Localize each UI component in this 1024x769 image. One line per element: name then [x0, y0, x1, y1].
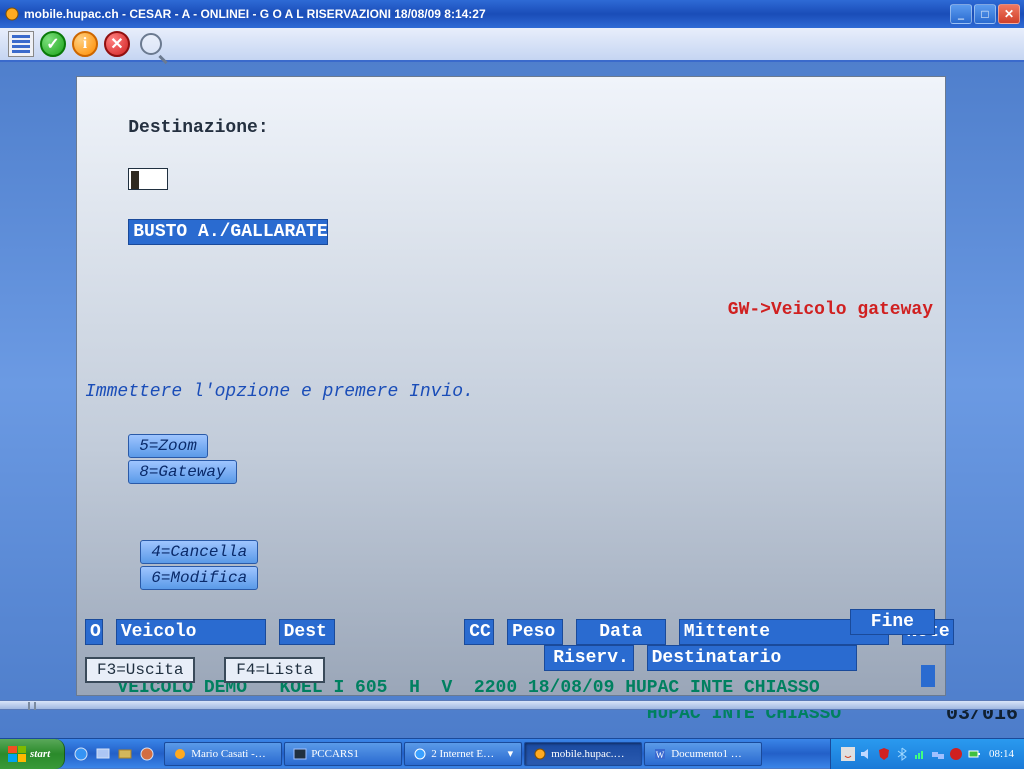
- system-tray[interactable]: 08:14: [830, 739, 1024, 769]
- cursor-indicator: [921, 665, 935, 687]
- svg-text:W: W: [656, 750, 665, 760]
- window-title: mobile.hupac.ch - CESAR - A - ONLINEI - …: [24, 7, 950, 21]
- start-button[interactable]: start: [0, 739, 65, 769]
- maximize-button[interactable]: □: [974, 4, 996, 24]
- start-label: start: [30, 748, 50, 760]
- window-titlebar: mobile.hupac.ch - CESAR - A - ONLINEI - …: [0, 0, 1024, 28]
- ok-icon[interactable]: ✓: [40, 31, 66, 57]
- quicklaunch: [65, 746, 163, 762]
- task-item[interactable]: Mario Casati -…: [164, 742, 282, 766]
- col-riserv: Riserv.: [544, 645, 634, 671]
- taskbar: start Mario Casati -… PCCARS1 2 Internet…: [0, 738, 1024, 768]
- option-modifica[interactable]: 6=Modifica: [140, 566, 258, 590]
- close-button[interactable]: ✕: [998, 4, 1020, 24]
- outlook-icon[interactable]: [117, 746, 133, 762]
- search-icon[interactable]: [140, 33, 162, 55]
- ie-icon[interactable]: [73, 746, 89, 762]
- destination-label: Destinazione:: [128, 118, 268, 138]
- minimize-button[interactable]: _: [950, 4, 972, 24]
- toolbar: ✓ i ✕: [0, 28, 1024, 62]
- option-zoom[interactable]: 5=Zoom: [128, 434, 208, 458]
- volume-icon[interactable]: [859, 747, 873, 761]
- ie-icon: [413, 747, 427, 761]
- col-dest: Dest: [279, 619, 335, 645]
- f3-button[interactable]: F3=Uscita: [85, 657, 195, 683]
- task-item[interactable]: W Documento1 …: [644, 742, 762, 766]
- battery-icon[interactable]: [967, 747, 981, 761]
- windows-logo-icon: [8, 746, 26, 762]
- info-icon[interactable]: i: [72, 31, 98, 57]
- terminal-icon: [293, 747, 307, 761]
- app-icon: [533, 747, 547, 761]
- col-cc: CC: [464, 619, 494, 645]
- clock[interactable]: 08:14: [989, 748, 1014, 760]
- col-destinatario: Destinatario: [647, 645, 857, 671]
- java-icon[interactable]: [841, 747, 855, 761]
- col-o: O: [85, 619, 103, 645]
- task-item-active[interactable]: mobile.hupac.…: [524, 742, 642, 766]
- f4-button[interactable]: F4=Lista: [224, 657, 325, 683]
- network-icon[interactable]: [931, 747, 945, 761]
- bluetooth-icon[interactable]: [895, 747, 909, 761]
- option-gateway[interactable]: 8=Gateway: [128, 460, 236, 484]
- wifi-icon[interactable]: [913, 747, 927, 761]
- msn-icon: [173, 747, 187, 761]
- av-icon[interactable]: [949, 747, 963, 761]
- terminal-panel: Destinazione: BUSTO A./GALLARATE GW->Vei…: [76, 76, 946, 696]
- document-icon[interactable]: [8, 31, 34, 57]
- option-cancella[interactable]: 4=Cancella: [140, 540, 258, 564]
- desktop-icon[interactable]: [95, 746, 111, 762]
- splitter-bar[interactable]: [0, 700, 1024, 710]
- word-icon: W: [653, 747, 667, 761]
- task-item[interactable]: PCCARS1: [284, 742, 402, 766]
- col-veicolo: Veicolo: [116, 619, 266, 645]
- task-item[interactable]: 2 Internet E…▾: [404, 742, 522, 766]
- fine-button[interactable]: Fine: [850, 609, 935, 635]
- media-icon[interactable]: [139, 746, 155, 762]
- location-value: BUSTO A./GALLARATE: [128, 219, 328, 245]
- destination-input[interactable]: [128, 168, 168, 190]
- col-data: Data: [576, 619, 666, 645]
- col-peso: Peso: [507, 619, 563, 645]
- app-icon: [4, 6, 20, 22]
- prompt-text: Immettere l'opzione e premere Invio.: [85, 379, 937, 405]
- shield-icon[interactable]: [877, 747, 891, 761]
- gateway-note: GW->Veicolo gateway: [728, 300, 933, 320]
- cancel-icon[interactable]: ✕: [104, 31, 130, 57]
